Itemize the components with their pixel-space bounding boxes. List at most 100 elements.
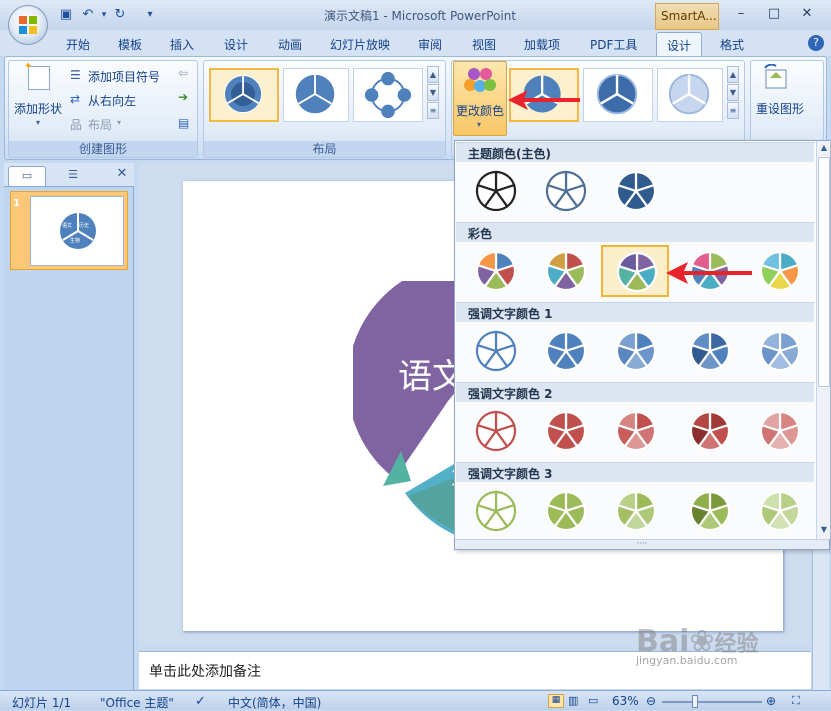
color-option[interactable]	[601, 405, 669, 457]
color-cycle-preview	[616, 251, 658, 293]
right-to-left-icon: ⇄	[70, 92, 81, 106]
zoom-out-icon[interactable]: ⊖	[646, 694, 656, 708]
tab-format[interactable]: 格式	[710, 32, 754, 56]
slide-sorter-icon[interactable]: ▥	[568, 694, 578, 707]
color-option[interactable]	[461, 245, 529, 297]
add-shape-dropdown-icon[interactable]: ▾	[36, 118, 40, 127]
minimize-button[interactable]: –	[727, 4, 755, 24]
tab-pdf-tools[interactable]: PDF工具	[580, 32, 647, 56]
layout-option-1[interactable]	[209, 68, 279, 122]
color-option[interactable]	[601, 245, 669, 297]
layout-thumbnail	[224, 75, 263, 114]
styles-more-button[interactable]: ≡	[727, 102, 739, 119]
style-thumbnail	[596, 73, 638, 115]
add-shape-button[interactable]: 添加形状	[14, 100, 62, 117]
layouts-scroll-up[interactable]: ▲	[427, 66, 439, 83]
color-option[interactable]	[675, 485, 743, 537]
smartart-tools-tab[interactable]: SmartA...	[655, 3, 719, 30]
color-cycle-preview	[475, 410, 517, 452]
office-button[interactable]	[8, 5, 48, 45]
color-option[interactable]	[531, 485, 599, 537]
close-button[interactable]: ✕	[793, 4, 821, 24]
color-option[interactable]	[745, 485, 813, 537]
color-option[interactable]	[601, 325, 669, 377]
tab-review[interactable]: 审阅	[408, 32, 452, 56]
gallery-scroll-down[interactable]: ▼	[818, 525, 830, 537]
zoom-level[interactable]: 63%	[612, 694, 639, 708]
zoom-slider-thumb[interactable]	[692, 695, 698, 708]
help-icon[interactable]: ?	[808, 35, 824, 51]
layouts-more-button[interactable]: ≡	[427, 102, 439, 119]
thumbnail-cycle-graphic	[60, 213, 96, 249]
color-option[interactable]	[531, 245, 599, 297]
redo-icon[interactable]: ↻	[112, 7, 128, 23]
style-option-3[interactable]	[657, 68, 723, 122]
color-option[interactable]	[675, 325, 743, 377]
layout-option-2[interactable]	[283, 68, 349, 122]
layouts-scroll-down[interactable]: ▼	[427, 84, 439, 101]
styles-scroll-up[interactable]: ▲	[727, 66, 739, 83]
tab-design[interactable]: 设计	[214, 32, 258, 56]
save-icon[interactable]: ▣	[58, 7, 74, 23]
undo-dropdown-icon[interactable]: ▾	[96, 7, 112, 23]
color-option[interactable]	[601, 165, 669, 217]
red-arrow-ribbon	[508, 90, 580, 110]
tab-view[interactable]: 视图	[462, 32, 506, 56]
color-option[interactable]	[601, 485, 669, 537]
tab-addins[interactable]: 加载项	[514, 32, 570, 56]
style-option-2[interactable]	[583, 68, 653, 122]
zoom-slider[interactable]	[662, 701, 762, 703]
color-option[interactable]	[745, 405, 813, 457]
right-to-left-button[interactable]: 从右向左	[88, 92, 136, 109]
slides-tab[interactable]: ▭	[8, 166, 46, 186]
reset-graphic-button[interactable]: 重设图形	[756, 100, 804, 117]
color-option[interactable]	[675, 405, 743, 457]
promote-icon[interactable]: ⇦	[178, 66, 188, 80]
slideshow-icon[interactable]: ▭	[588, 694, 598, 707]
color-option[interactable]	[531, 165, 599, 217]
gallery-section-header: 强调文字颜色 1	[456, 302, 814, 322]
color-option[interactable]	[461, 485, 529, 537]
tab-templates[interactable]: 模板	[108, 32, 152, 56]
color-option[interactable]	[461, 405, 529, 457]
watermark-logo: Bai❀经验 jingyan.baidu.com	[636, 624, 759, 667]
gallery-scroll-thumb[interactable]	[818, 157, 830, 387]
normal-view-icon[interactable]: ▦	[548, 694, 564, 708]
layout-option-3[interactable]	[353, 68, 423, 122]
demote-icon[interactable]: ➔	[178, 90, 188, 104]
color-option[interactable]	[461, 165, 529, 217]
change-colors-button[interactable]: 更改颜色 ▾	[453, 61, 507, 136]
status-bar: 幻灯片 1/1 "Office 主题" ✓ 中文(简体，中国) ▦ ▥ ▭ 63…	[0, 690, 831, 710]
text-pane-icon[interactable]: ▤	[178, 116, 189, 130]
styles-scroll-down[interactable]: ▼	[727, 84, 739, 101]
outline-tab[interactable]: ☰	[48, 166, 98, 186]
thumb-text-2: 历史	[79, 223, 90, 229]
change-colors-gallery: ▲ ▼ ···· 主题颜色(主色) 彩色 强调文字颜色 1 强调文字颜色 2 强调文字颜…	[454, 140, 830, 550]
maximize-button[interactable]: □	[760, 4, 788, 24]
add-bullet-button[interactable]: 添加项目符号	[88, 68, 160, 85]
layout-button[interactable]: 布局	[88, 116, 112, 133]
tab-home[interactable]: 开始	[56, 32, 100, 56]
tab-animation[interactable]: 动画	[268, 32, 312, 56]
gallery-resize-grip[interactable]: ····	[455, 539, 829, 549]
zoom-in-icon[interactable]: ⊕	[766, 694, 776, 708]
tab-slideshow[interactable]: 幻灯片放映	[320, 32, 400, 56]
gallery-scroll-up[interactable]: ▲	[818, 143, 830, 155]
style-thumbnail	[668, 73, 710, 115]
spell-check-icon[interactable]: ✓	[195, 694, 206, 709]
customize-quick-access-icon[interactable]: ▾	[142, 7, 158, 23]
color-option[interactable]	[461, 325, 529, 377]
tab-insert[interactable]: 插入	[160, 32, 204, 56]
fit-to-window-icon[interactable]: ⛶	[792, 694, 800, 708]
layout-dropdown-icon[interactable]: ▾	[117, 118, 121, 127]
color-option[interactable]	[745, 325, 813, 377]
close-pane-icon[interactable]: ✕	[114, 166, 130, 184]
tab-smartart-design[interactable]: 设计	[656, 32, 703, 56]
bullet-list-icon: ☰	[70, 68, 81, 82]
gallery-scrollbar[interactable]: ▲ ▼	[816, 141, 830, 539]
color-option[interactable]	[745, 245, 813, 297]
color-option[interactable]	[531, 325, 599, 377]
color-cycle-preview	[475, 490, 517, 532]
undo-icon[interactable]: ↶	[80, 7, 96, 23]
color-option[interactable]	[531, 405, 599, 457]
